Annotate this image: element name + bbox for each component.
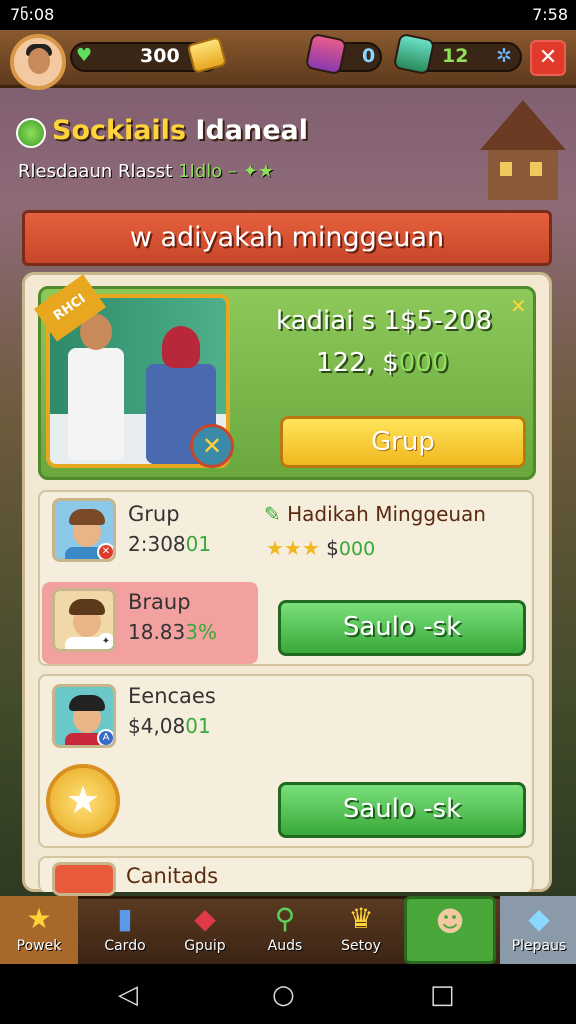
close-button[interactable]: ✕ [530,40,566,76]
status-bar: 7ნ:08 7:58 [0,0,576,30]
weekly-banner: w adiyakah minggeuan [22,210,552,266]
subtitle-tail: – ✦★ [228,161,274,182]
avatar-canitads [52,862,116,896]
row-value-2-green: 3% [185,620,217,644]
nav-label-gpuip: Gpuip [184,938,226,954]
reward-title: ✎ Hadikah Minggeuan [264,502,486,526]
row-value-1: 2:30801 [128,532,211,556]
feature-close-icon[interactable]: ✕ [510,294,527,318]
pagoda-house-illustration [480,100,566,200]
reward-amount-green: 000 [338,538,376,560]
action-button-2[interactable]: Saulo -sk [278,782,526,838]
gem-icon: ◆ [528,902,550,935]
red-badge-icon: ✕ [97,543,113,559]
game-logo-icon [16,118,46,148]
nav-label-auds: Auds [267,938,303,954]
title-yellow: Sockiails [52,115,187,146]
star-icon: ★ [26,902,52,935]
stars-icon: ★★★ [266,536,320,560]
row-value-3-prefix: $4,08 [128,714,186,738]
game-title: Sockiails Idaneal [52,115,308,146]
game-screen: 7ნ:08 7:58 ♥ 300 0 12 ✲ ✕ Sockiails Idan… [0,0,576,1024]
person-left-image [68,348,124,460]
grup-button[interactable]: Grup [280,416,526,468]
back-icon[interactable]: ◁ [118,980,138,1010]
row-name-3: Eencaes [128,684,216,708]
row-name-1: Grup [128,502,180,526]
gem-b-amount: 12 [442,45,469,67]
nav-label-cardo: Cardo [104,938,146,954]
nav-setoy[interactable]: ♛ Setoy [322,896,400,964]
reward-title-text: Hadikah Minggeuan [287,502,486,526]
player-avatar[interactable] [10,34,66,90]
nav-label-plepaus: Plepaus [511,938,567,954]
game-subtitle: Rlesdaaun Rlasst 1Idlo – ✦★ [18,161,274,182]
gem-a-amount: 0 [362,45,376,67]
feature-line2: 122, $000 [316,348,448,378]
status-time-right: 7:58 [532,5,568,24]
nav-label-powek: Powek [16,938,62,954]
subtitle-green: 1Idlo [178,161,223,182]
row-value-1-prefix: 2:308 [128,532,186,556]
nav-gpuip[interactable]: ◆ Gpuip [166,896,244,964]
feature-line1: kadiai s 1$5-208 [276,306,493,336]
leaf-icon: ✎ [264,502,281,526]
card-icon: ▮ [117,902,133,935]
reward-amount-prefix: $ [326,536,339,560]
status-time-left: 7ნ:08 [10,5,55,24]
row-value-2-prefix: 18.83 [128,620,186,644]
reward-stars: ★★★ $000 [266,536,375,560]
coin-amount: 300 [140,45,180,67]
heart-icon: ♥ [76,45,93,66]
recents-icon[interactable]: □ [430,980,455,1010]
avatar-braup: ✦ [52,588,116,652]
blue-badge-icon: A [97,729,113,745]
row-value-3-green: 01 [185,714,211,738]
nav-profile[interactable]: ☻ [404,896,496,964]
row-value-3: $4,0801 [128,714,211,738]
avatar-grup: ✕ [52,498,116,562]
avatar-eencaes: A [52,684,116,748]
nav-plepaus[interactable]: ◆ Plepaus [500,896,576,964]
green-gem-icon [392,32,436,76]
nav-auds[interactable]: ⚲ Auds [246,896,324,964]
settings-small-icon[interactable]: ✲ [496,45,512,67]
nav-label-setoy: Setoy [341,938,381,954]
action-button-1[interactable]: Saulo -sk [278,600,526,656]
feature-line2-prefix: 122, $ [316,348,399,378]
magnifier-icon: ⚲ [274,902,296,935]
red-gem-icon [304,32,348,76]
star-medal-icon: ★ [46,764,120,838]
subtitle-main: Rlesdaaun Rlasst [18,161,173,182]
crown-icon: ♛ [348,902,374,935]
feature-line2-green: 000 [398,348,449,378]
row-value-2: 18.833% [128,620,217,644]
ribbon-icon: ◆ [194,902,216,935]
nav-cardo[interactable]: ▮ Cardo [86,896,164,964]
x-badge-icon: ✕ [190,424,234,468]
row-name-4: Canitads [126,864,219,888]
row-name-2: Braup [128,590,191,614]
row-value-1-green: 01 [185,532,212,556]
title-white: Idaneal [195,115,309,146]
nav-powek[interactable]: ★ Powek [0,896,78,964]
white-badge-icon: ✦ [97,633,113,649]
avatar-icon: ☻ [435,905,465,938]
home-icon[interactable]: ○ [272,980,295,1010]
